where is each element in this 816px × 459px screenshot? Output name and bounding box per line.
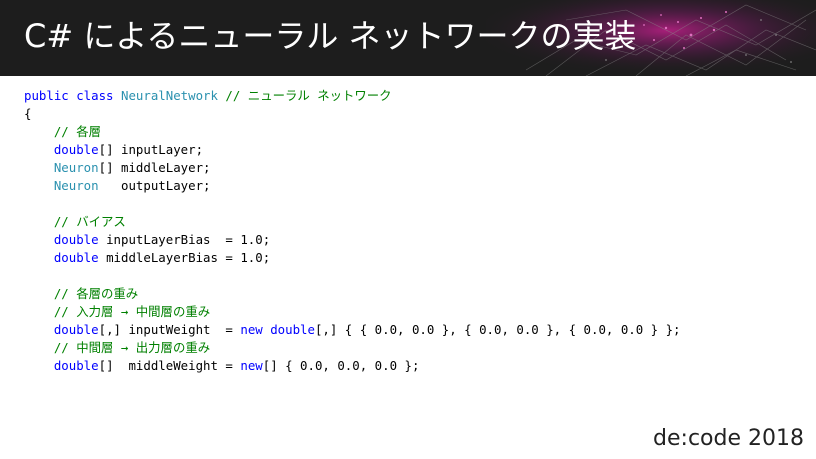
code-line: double[] inputLayer; — [24, 141, 681, 159]
code-token: [] middleLayer; — [98, 160, 211, 175]
code-token: double — [53, 250, 99, 265]
code-line: Neuron[] middleLayer; — [24, 159, 681, 177]
slide-title: C# によるニューラル ネットワークの実装 — [24, 17, 637, 55]
code-token: double — [53, 232, 99, 247]
code-line: Neuron outputLayer; — [24, 177, 681, 195]
code-line: // 入力層 → 中間層の重み — [24, 303, 681, 321]
code-token: // 各層 — [24, 124, 101, 139]
code-token: middleLayerBias = 1.0; — [98, 250, 271, 265]
code-line: // 各層 — [24, 123, 681, 141]
code-token: { — [24, 106, 32, 121]
code-token: double — [53, 322, 99, 337]
code-token: // 中間層 → 出力層の重み — [24, 340, 211, 355]
code-token: double — [53, 142, 99, 157]
code-line: // バイアス — [24, 213, 681, 231]
code-token: NeuralNetwork — [120, 88, 226, 103]
code-line: // 中間層 → 出力層の重み — [24, 339, 681, 357]
code-token: [,] inputWeight = — [98, 322, 241, 337]
event-brand: de:code 2018 — [653, 426, 804, 451]
code-line: // 各層の重み — [24, 285, 681, 303]
code-token: public — [24, 88, 77, 103]
code-token: [,] { { 0.0, 0.0 }, { 0.0, 0.0 }, { 0.0,… — [314, 322, 681, 337]
code-line: double inputLayerBias = 1.0; — [24, 231, 681, 249]
code-token: inputLayerBias = 1.0; — [98, 232, 271, 247]
title-bar: C# によるニューラル ネットワークの実装 — [0, 0, 816, 76]
code-line: double[,] inputWeight = new double[,] { … — [24, 321, 681, 339]
code-token: double — [53, 358, 99, 373]
code-token: // ニューラル ネットワーク — [225, 88, 392, 103]
code-token: double — [270, 322, 315, 337]
code-line: double middleLayerBias = 1.0; — [24, 249, 681, 267]
code-token: new — [240, 322, 271, 337]
code-token: // バイアス — [24, 214, 126, 229]
code-token: class — [76, 88, 121, 103]
code-block: public class NeuralNetwork // ニューラル ネットワ… — [24, 87, 681, 375]
code-token: [] middleWeight = — [98, 358, 241, 373]
code-token: Neuron — [53, 160, 99, 175]
code-token: Neuron — [53, 178, 99, 193]
code-token: outputLayer; — [98, 178, 211, 193]
code-token: [] inputLayer; — [98, 142, 204, 157]
code-line: public class NeuralNetwork // ニューラル ネットワ… — [24, 87, 681, 105]
code-token: // 各層の重み — [24, 286, 139, 301]
code-line: double[] middleWeight = new[] { 0.0, 0.0… — [24, 357, 681, 375]
code-line: { — [24, 105, 681, 123]
code-token: new — [240, 358, 263, 373]
code-token: // 入力層 → 中間層の重み — [24, 304, 211, 319]
code-token: [] { 0.0, 0.0, 0.0 }; — [262, 358, 420, 373]
